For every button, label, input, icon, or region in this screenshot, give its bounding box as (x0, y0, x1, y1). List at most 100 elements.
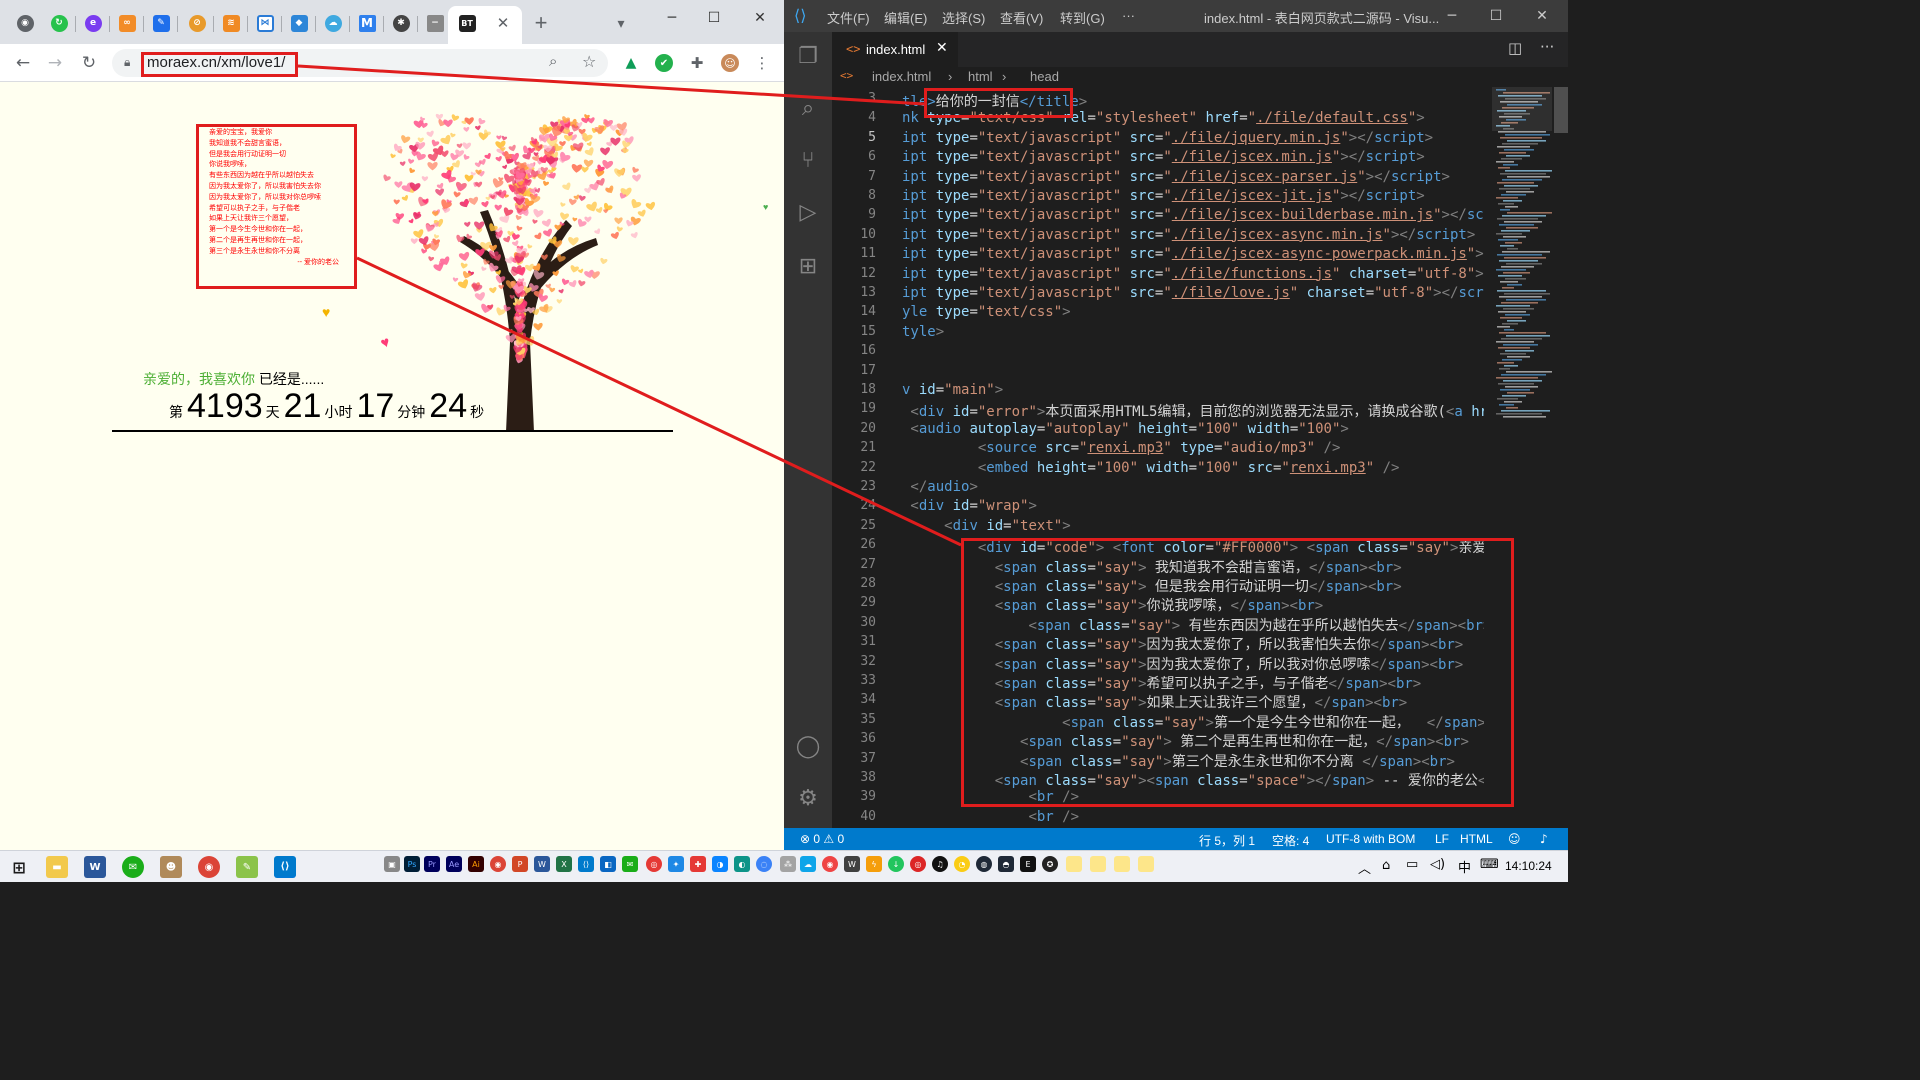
tray-expand-icon[interactable]: ︿ (1358, 858, 1371, 877)
bookmark-star-icon[interactable]: ☆ (582, 52, 596, 72)
word-icon[interactable]: W (84, 856, 106, 878)
folder-icon[interactable] (1090, 856, 1106, 872)
breadcrumb-item-head[interactable]: head (1030, 69, 1059, 84)
tab-box[interactable]: ◆ (284, 8, 316, 38)
account-icon[interactable]: ◯ (794, 732, 822, 760)
code-line[interactable]: ipt type="text/javascript" src="./file/j… (902, 207, 1484, 223)
avatar-app-icon[interactable]: ☻ (160, 856, 182, 878)
extensions-icon[interactable]: ⊞ (794, 252, 822, 280)
maximize-icon[interactable]: ☐ (1476, 4, 1516, 28)
code-line[interactable]: <source src="renxi.mp3" type="audio/mp3"… (902, 440, 1341, 456)
tab-minus[interactable]: − (420, 8, 450, 38)
folder-icon[interactable] (1114, 856, 1130, 872)
epic-icon[interactable]: E (1020, 856, 1036, 872)
weibo-icon[interactable]: ◎ (646, 856, 662, 872)
tab-close-icon[interactable]: ✕ (488, 8, 518, 38)
code-line[interactable]: ipt type="text/javascript" src="./file/j… (902, 149, 1425, 165)
star-app-icon[interactable]: ✦ (668, 856, 684, 872)
maximize-icon[interactable]: ☐ (692, 4, 736, 32)
new-tab-button[interactable]: + (526, 8, 556, 38)
tab-index-html[interactable]: <> index.html ✕ (832, 32, 958, 67)
more-actions-icon[interactable]: ··· (1540, 38, 1554, 56)
menu-more[interactable]: ··· (1122, 8, 1135, 23)
menu-edit[interactable]: 编辑(E) (884, 8, 927, 27)
code-line[interactable]: <embed height="100" width="100" src="ren… (902, 460, 1400, 476)
outlook-icon[interactable]: ◑ (712, 856, 728, 872)
blue-app-icon[interactable]: ◌ (756, 856, 772, 872)
run-debug-icon[interactable]: ▷ (794, 198, 822, 226)
code-line[interactable]: <div id="error">本页面采用HTML5编辑，目前您的浏览器无法显示… (902, 401, 1484, 421)
tab-pencil[interactable]: ✎ (146, 8, 178, 38)
search-icon[interactable]: ⌕ (794, 94, 822, 122)
cloud-sync-icon[interactable]: ☁ (800, 856, 816, 872)
chrome-taskbar-icon[interactable]: ◉ (198, 856, 220, 878)
tab-m[interactable]: M (352, 8, 384, 38)
menu-view[interactable]: 查看(V) (1000, 8, 1043, 27)
vscode-tray-icon[interactable]: ⟨⟩ (578, 856, 594, 872)
tab-cloud[interactable]: ☁ (318, 8, 350, 38)
wechat-icon[interactable]: ✉ (122, 856, 144, 878)
keyboard-icon[interactable]: ⌨ (1480, 857, 1499, 872)
tab-edge[interactable]: e (78, 8, 110, 38)
chrome-tray-icon[interactable]: ◉ (490, 856, 506, 872)
code-line[interactable]: ipt type="text/javascript" src="./file/j… (902, 169, 1450, 185)
extensions-puzzle-icon[interactable]: ✚ (688, 54, 706, 72)
code-line[interactable]: ipt type="text/javascript" src="./file/j… (902, 188, 1425, 204)
code-line[interactable]: ipt type="text/javascript" src="./file/f… (902, 266, 1484, 282)
word-tray-icon[interactable]: W (534, 856, 550, 872)
code-line[interactable]: </audio> (902, 479, 977, 495)
illustrator-icon[interactable]: Ai (468, 856, 484, 872)
menu-kebab-icon[interactable]: ⋮ (753, 54, 771, 72)
app-tray-icon[interactable]: ◧ (600, 856, 616, 872)
tab-close-icon[interactable]: ✕ (936, 40, 948, 56)
menu-file[interactable]: 文件(F) (827, 8, 870, 27)
clock[interactable]: 14:10:24 (1505, 859, 1552, 873)
music-icon[interactable]: ♫ (932, 856, 948, 872)
tab-spider[interactable]: ✱ (386, 8, 418, 38)
breadcrumb-item-file[interactable]: index.html (872, 69, 931, 84)
chat-icon[interactable]: ◔ (954, 856, 970, 872)
code-line[interactable]: ipt type="text/javascript" src="./file/j… (902, 246, 1484, 262)
source-control-icon[interactable]: ⑂ (794, 146, 822, 174)
menu-go[interactable]: 转到(G) (1060, 8, 1105, 27)
folder-icon[interactable] (1066, 856, 1082, 872)
encoding-status[interactable]: UTF-8 with BOM (1326, 832, 1415, 846)
code-line[interactable]: <div id="wrap"> (902, 498, 1036, 514)
tray-chevron-icon[interactable]: ⁂ (780, 856, 796, 872)
code-line[interactable]: ipt type="text/javascript" src="./file/j… (902, 130, 1433, 146)
minimize-icon[interactable]: ─ (650, 4, 694, 32)
game-icon[interactable]: ✪ (1042, 856, 1058, 872)
eol-status[interactable]: LF (1435, 832, 1449, 846)
folder-icon[interactable] (1138, 856, 1154, 872)
problems-status[interactable]: ⊗ 0 ⚠ 0 (800, 832, 844, 846)
vscode-taskbar-icon[interactable]: ⟨⟩ (274, 856, 296, 878)
code-line[interactable]: <div id="text"> (902, 518, 1070, 534)
minimize-icon[interactable]: ─ (1432, 4, 1472, 28)
photoshop-icon[interactable]: Ps (404, 856, 420, 872)
indentation-status[interactable]: 空格: 4 (1272, 832, 1309, 849)
notifications-bell-icon[interactable]: ♪ (1540, 832, 1548, 846)
code-line[interactable]: <br /> (902, 809, 1079, 825)
explorer-icon[interactable]: ❐ (794, 42, 822, 70)
tab-bt[interactable]: BT (452, 8, 482, 38)
tab-chrome[interactable]: ◉ (10, 8, 40, 38)
tab-refresh[interactable]: ↻ (44, 8, 76, 38)
code-line[interactable]: ipt type="text/javascript" src="./file/j… (902, 227, 1475, 243)
settings-gear-icon[interactable]: ⚙ (794, 784, 822, 812)
code-line[interactable]: yle type="text/css"> (902, 304, 1071, 320)
tab-rss[interactable]: ≋ (216, 8, 248, 38)
breadcrumb-item-html[interactable]: html (968, 69, 993, 84)
feedback-icon[interactable]: ☺ (1508, 832, 1521, 846)
steam-icon[interactable]: ◍ (976, 856, 992, 872)
check-icon[interactable]: ✔ (655, 54, 673, 72)
cursor-position[interactable]: 行 5，列 1 (1199, 832, 1255, 849)
excel-icon[interactable]: X (556, 856, 572, 872)
netease-icon[interactable]: ◉ (822, 856, 838, 872)
zoom-icon[interactable]: ⌕ (549, 53, 557, 70)
download-icon[interactable]: ↓ (888, 856, 904, 872)
drive-icon[interactable]: ▲ (622, 54, 640, 72)
steam-like-icon[interactable]: ◎ (910, 856, 926, 872)
tray-app-icon[interactable]: ▣ (384, 856, 400, 872)
avatar[interactable]: ☺ (721, 54, 739, 72)
language-mode[interactable]: HTML (1460, 832, 1493, 846)
